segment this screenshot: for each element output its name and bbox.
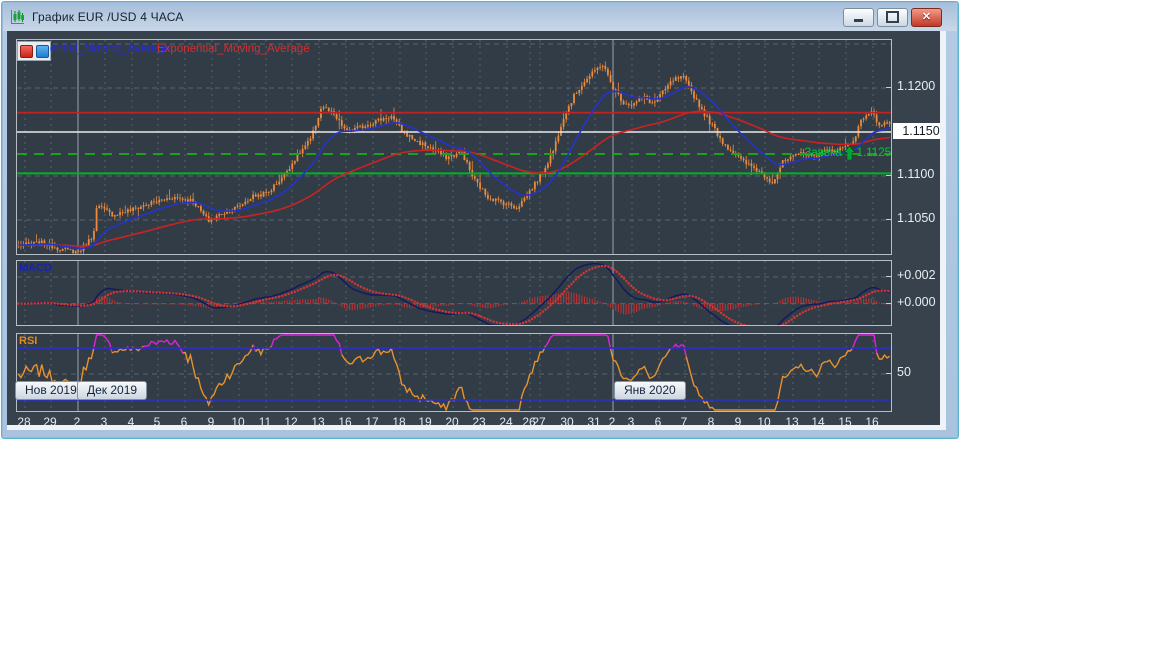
macd-line	[18, 262, 890, 325]
x-axis-label: 2	[73, 415, 81, 425]
x-axis-label: 10	[757, 415, 771, 425]
rsi-overbought-segment	[852, 334, 878, 353]
macd-chart-svg[interactable]	[17, 261, 891, 325]
rsi-line	[609, 347, 674, 382]
axis-tick-mark	[886, 130, 891, 132]
x-axis-label: 12	[284, 415, 298, 425]
x-axis-label: 19	[418, 415, 432, 425]
x-axis-label: 28	[17, 415, 31, 425]
x-axis-label: 6	[654, 415, 662, 425]
x-axis-label: 29	[43, 415, 57, 425]
chart-client-area: ential_Moving_Average Exponential_Moving…	[7, 31, 940, 425]
x-axis-label: 24	[499, 415, 513, 425]
x-axis-label: 3	[100, 415, 108, 425]
axis-tick-mark	[886, 175, 891, 176]
macd-tick-label: +0.000	[897, 294, 936, 309]
axis-tick-mark	[886, 86, 891, 88]
axis-tick-mark	[886, 276, 891, 277]
x-axis-label: 9	[734, 415, 742, 425]
rsi-panel[interactable]	[16, 333, 892, 412]
candles-group	[17, 61, 891, 254]
price-chart-panel[interactable]	[16, 39, 892, 255]
x-axis-label: 5	[153, 415, 161, 425]
month-label: Дек 2019	[77, 381, 148, 400]
minimize-button[interactable]	[843, 7, 874, 27]
month-label: Янв 2020	[614, 381, 686, 400]
current-price-box: 1.1150	[893, 122, 940, 139]
x-axis-label: 20	[445, 415, 459, 425]
x-axis-label: 13	[785, 415, 799, 425]
axis-tick-mark	[886, 302, 891, 304]
maximize-button[interactable]	[877, 7, 908, 27]
rsi-overbought-segment	[672, 343, 687, 357]
window-controls: ✕	[840, 7, 942, 27]
price-chart-svg[interactable]	[17, 40, 891, 254]
rsi-overbought-segment	[93, 334, 113, 354]
x-axis-label: 4	[127, 415, 135, 425]
x-axis-label: 8	[707, 415, 715, 425]
x-axis-label: 16	[338, 415, 352, 425]
price-tick-label: 1.1050	[897, 211, 936, 226]
price-tick-label: 1.1100	[897, 167, 935, 181]
x-axis-label: 7	[680, 415, 688, 425]
rsi-overbought-segment	[270, 334, 343, 355]
x-axis-label: 18	[392, 415, 406, 425]
x-axis-label: 9	[207, 415, 215, 425]
rsi-tick-label: 50	[897, 364, 911, 379]
macd-label: MACD	[19, 262, 52, 274]
maximize-icon	[886, 11, 899, 23]
rsi-overbought-segment	[143, 338, 184, 354]
x-axis-label: 15	[838, 415, 852, 425]
x-axis-label: 23	[472, 415, 486, 425]
x-axis-label: 30	[560, 415, 574, 425]
rsi-line	[876, 352, 891, 360]
blue-square-button[interactable]	[35, 44, 49, 58]
x-axis-label: 17	[365, 415, 379, 425]
rsi-chart-svg[interactable]	[17, 334, 891, 411]
legend-ema-2: Exponential_Moving_Average	[157, 43, 310, 55]
app-icon	[11, 10, 24, 24]
macd-panel[interactable]	[16, 260, 892, 326]
x-axis-label: 6	[180, 415, 188, 425]
price-tick-label: 1.1200	[897, 78, 936, 93]
axis-tick-mark	[886, 372, 891, 374]
x-axis-label: 14	[811, 415, 825, 425]
close-icon: ✕	[921, 10, 932, 23]
x-axis-label: 13	[311, 415, 325, 425]
close-button[interactable]: ✕	[911, 7, 942, 27]
macd-tick-label: +0.002	[897, 268, 936, 282]
x-axis-label: 11	[258, 415, 272, 425]
month-label: Нов 2019	[15, 381, 87, 400]
rsi-label: RSI	[19, 335, 38, 347]
legend-ema-1: ential_Moving_Average	[50, 43, 170, 55]
x-axis-label: 10	[231, 415, 245, 425]
x-axis-label: 27	[532, 415, 546, 425]
rsi-overbought-segment	[544, 334, 612, 349]
minimize-icon	[854, 18, 863, 22]
axis-tick-mark	[886, 219, 891, 221]
ema-fast-line	[18, 86, 890, 250]
rsi-line	[182, 344, 254, 407]
macd-signal-line	[17, 264, 891, 325]
x-axis-label: 3	[627, 415, 635, 425]
x-axis-label: 16	[865, 415, 879, 425]
title-bar[interactable]: График EUR /USD 4 ЧАСА ✕	[3, 3, 957, 31]
indicator-buttons	[17, 41, 51, 61]
desktop: { "window": { "title": "График EUR /USD …	[0, 0, 1152, 648]
window-title: График EUR /USD 4 ЧАСА	[32, 10, 184, 24]
chart-window: График EUR /USD 4 ЧАСА ✕ ential_Moving_A…	[1, 1, 959, 439]
red-square-button[interactable]	[19, 44, 33, 58]
